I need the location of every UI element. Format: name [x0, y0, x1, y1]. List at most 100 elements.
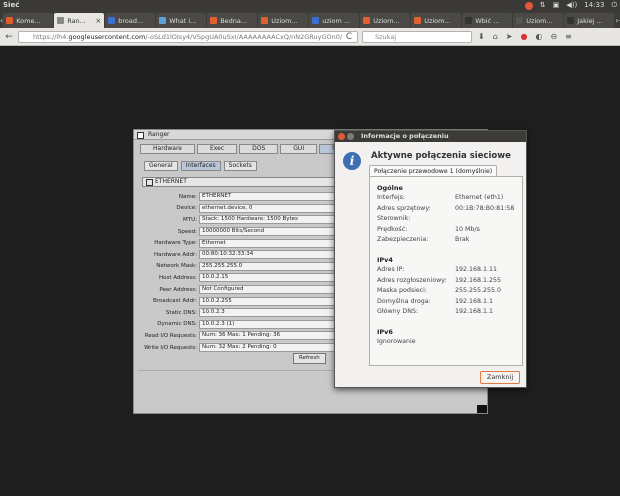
- detail-value: 10.0.2.15: [199, 273, 339, 283]
- detail-label: Broadcast Addr:: [153, 298, 197, 305]
- tab-favicon-icon: [567, 17, 575, 24]
- home-icon[interactable]: ⌂: [493, 31, 498, 43]
- detail-value: ethernet.device, 0: [199, 203, 339, 213]
- detail-row: Speed: 10000000 Bits/Second: [136, 226, 346, 238]
- detail-value: ETHERNET: [199, 192, 339, 202]
- connection-info-dialog: Informacje o połączeniu i Aktywne połącz…: [334, 130, 527, 388]
- ipv4-row: Domyślna droga: 192.168.1.1: [377, 297, 527, 308]
- ipv4-value: 255.255.255.0: [455, 287, 502, 295]
- detail-row: Hardware Type: Ethernet: [136, 237, 346, 249]
- detail-value: 10.0.2.3 (1): [199, 319, 339, 329]
- general-group-title: Ogólne: [377, 184, 403, 192]
- update-notifier-icon[interactable]: [524, 1, 533, 10]
- browser-tab[interactable]: Ran... ×: [54, 13, 105, 28]
- tab-favicon-icon: [363, 17, 371, 24]
- ipv4-row: Główny DNS: 192.168.1.1: [377, 307, 527, 318]
- search-input[interactable]: Szukaj: [362, 31, 472, 43]
- send-icon[interactable]: ➤: [506, 31, 513, 43]
- interface-details: Name: ETHERNET Device: ethernet.device, 0 MT…: [136, 191, 346, 353]
- detail-label: Dynamic DNS:: [157, 321, 197, 328]
- resize-handle-icon[interactable]: [477, 405, 487, 413]
- ranger-subtab[interactable]: Interfaces: [180, 161, 221, 171]
- browser-tab[interactable]: Jakiej ...: [564, 13, 615, 28]
- back-icon[interactable]: ←: [3, 31, 15, 43]
- detail-row: Dynamic DNS: 10.0.2.3 (1): [136, 319, 346, 331]
- clock[interactable]: 14:33: [584, 0, 604, 11]
- close-button[interactable]: Zamknij: [480, 371, 520, 384]
- network-arrows-icon[interactable]: ⇅: [540, 0, 546, 11]
- browser-tab[interactable]: What i...: [156, 13, 207, 28]
- detail-label: Speed:: [177, 228, 197, 235]
- browser-tab[interactable]: uziom ...: [309, 13, 360, 28]
- url-bar[interactable]: https://lh4.googleusercontent.com/-oSLd1…: [18, 31, 358, 43]
- tab-close-icon[interactable]: ×: [95, 17, 101, 25]
- general-key: Interfejs:: [377, 194, 406, 201]
- close-window-icon[interactable]: [338, 133, 345, 140]
- connection-details: Ogólne Interfejs: Ethernet (eth1) Adres sp…: [377, 180, 527, 348]
- browser-tab[interactable]: Kome...: [3, 13, 54, 28]
- general-key: Sterownik:: [377, 215, 411, 223]
- ranger-tab[interactable]: Exec: [196, 144, 238, 154]
- detail-row: Peer Address: Not Configured: [136, 284, 346, 296]
- ranger-tab[interactable]: GUI: [280, 144, 318, 154]
- power-gear-icon[interactable]: ⏻: [611, 0, 617, 11]
- detail-row: Name: ETHERNET: [136, 191, 346, 203]
- browser-tab-label: Jakiej ...: [577, 16, 603, 25]
- browser-tab[interactable]: Uziom...: [513, 13, 564, 28]
- system-tray: ⇅ ▣ ◀)) 14:33 ⏻: [524, 0, 617, 11]
- url-path: /-oSLd1lOIsy4/VSpgUA0uSxI/AAAAAAAACxQ/nN…: [145, 33, 343, 41]
- detail-row: Host Address: 10.0.2.15: [136, 272, 346, 284]
- ranger-subtab[interactable]: Sockets: [223, 161, 257, 171]
- system-panel: Sieć ⇅ ▣ ◀)) 14:33 ⏻: [0, 0, 620, 11]
- detail-row: Network Mask: 255.255.255.0: [136, 261, 346, 273]
- download-icon[interactable]: ⬇: [478, 31, 485, 43]
- browser-tab-label: Uziom...: [424, 16, 451, 25]
- ipv4-value: 192.168.1.11: [455, 265, 498, 273]
- tab-favicon-icon: [6, 17, 14, 24]
- interface-section-header[interactable]: ETHERNET: [142, 177, 342, 187]
- sync-icon[interactable]: ⊖: [550, 31, 557, 43]
- browser-tab[interactable]: Uziom...: [411, 13, 462, 28]
- minimize-window-icon[interactable]: [347, 133, 354, 140]
- detail-label: Network Mask:: [156, 263, 197, 270]
- general-value: 10 Mb/s: [455, 225, 480, 233]
- browser-tab[interactable]: broad...: [105, 13, 156, 28]
- url-scheme: https://lh4.: [33, 33, 69, 41]
- ipv4-key: Adres IP:: [377, 265, 405, 273]
- menu-icon[interactable]: ≡: [565, 31, 572, 43]
- extension-icon[interactable]: ◐: [535, 31, 542, 43]
- browser-tab[interactable]: Uziom...: [360, 13, 411, 28]
- browser-tab-label: Ran...: [67, 16, 86, 25]
- volume-icon[interactable]: ◀)): [566, 0, 577, 11]
- general-key: Adres sprzętowy:: [377, 204, 431, 212]
- detail-label: Static DNS:: [165, 309, 197, 316]
- browser-tab-label: What i...: [169, 16, 197, 25]
- detail-value: 00:80:10:32:33:34: [199, 250, 339, 260]
- detail-label: Host Address:: [158, 274, 197, 281]
- browser-tab[interactable]: Uziom...: [258, 13, 309, 28]
- ranger-tab[interactable]: Hardware: [140, 144, 195, 154]
- general-row: Sterownik:: [377, 214, 527, 225]
- browser-tab[interactable]: Bedna...: [207, 13, 258, 28]
- tab-favicon-icon: [465, 17, 473, 24]
- adblock-icon[interactable]: ●: [520, 31, 527, 43]
- browser-tab-strip: ‹ Kome... Ran... × broad... What i... Bedna..…: [0, 11, 620, 28]
- browser-tab[interactable]: Wbić ...: [462, 13, 513, 28]
- reload-icon[interactable]: C: [343, 31, 355, 43]
- detail-row: Static DNS: 10.0.2.3: [136, 307, 346, 319]
- ipv4-group-title: IPv4: [377, 255, 393, 264]
- ranger-tab[interactable]: DOS: [239, 144, 279, 154]
- dialog-title: Informacje o połączeniu: [361, 132, 449, 140]
- keyboard-layout-icon[interactable]: ▣: [553, 0, 560, 11]
- ipv4-key: Adres rozgłoszeniowy:: [377, 276, 447, 284]
- navigation-bar: ← https://lh4.googleusercontent.com/-oSL…: [0, 28, 620, 46]
- dialog-titlebar[interactable]: Informacje o połączeniu: [335, 131, 526, 142]
- tab-favicon-icon: [57, 17, 65, 24]
- ranger-subtab[interactable]: General: [144, 161, 178, 171]
- refresh-button[interactable]: Refresh: [293, 353, 326, 364]
- detail-value: 10.0.2.3: [199, 308, 339, 318]
- tab-favicon-icon: [312, 17, 320, 24]
- ipv4-value: 192.168.1.255: [455, 276, 502, 284]
- general-row: Adres sprzętowy: 00:1B:78:B0:81:58: [377, 204, 527, 215]
- dialog-heading: Aktywne połączenia sieciowe: [371, 151, 511, 161]
